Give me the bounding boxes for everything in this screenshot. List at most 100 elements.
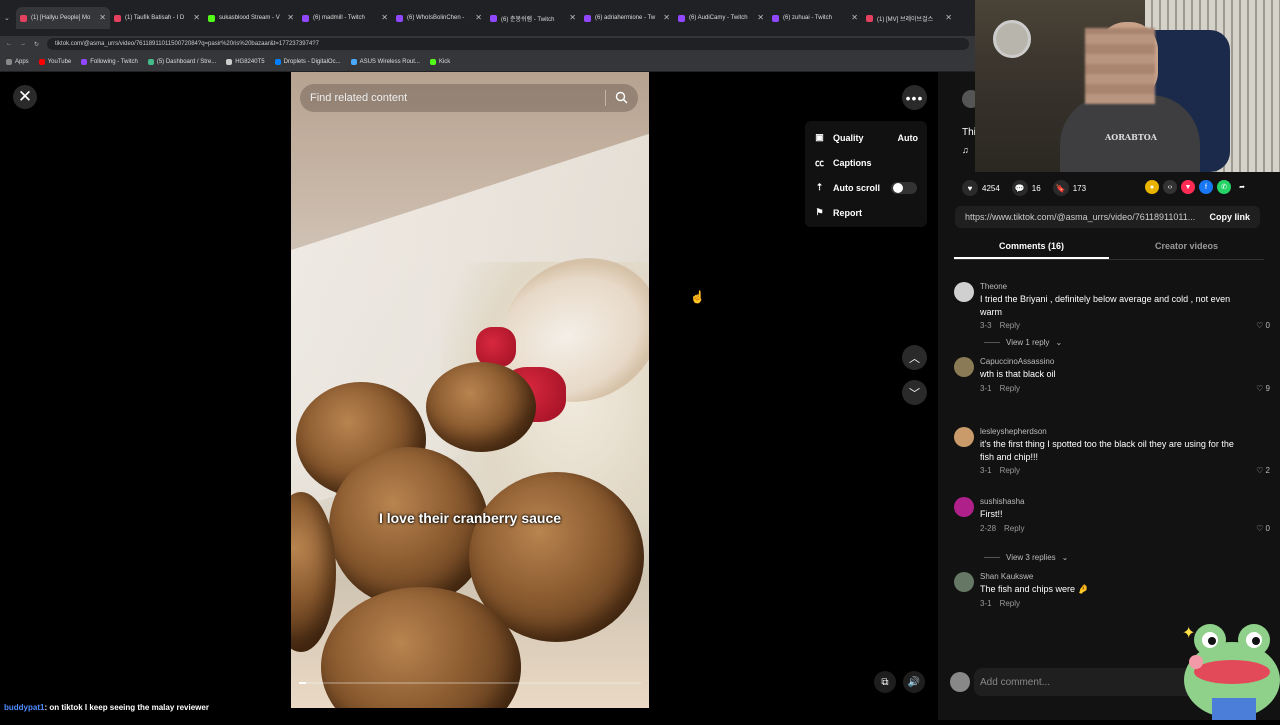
tab-favicon-icon	[584, 14, 591, 22]
browser-tab[interactable]: (6) madmill - Twitch ✕	[298, 7, 392, 29]
find-related-search[interactable]: Find related content	[300, 84, 638, 112]
reply-button[interactable]: Reply	[1000, 599, 1020, 608]
menu-item-auto-scroll[interactable]: ⇡ Auto scroll	[805, 175, 927, 200]
menu-item-captions[interactable]: ㏄ Captions	[805, 150, 927, 175]
chat-username: buddypat1	[4, 703, 45, 712]
picture-in-picture-button[interactable]: ⧉	[874, 671, 896, 693]
bookmark-item[interactable]: Following - Twitch	[81, 58, 138, 65]
commenter-avatar[interactable]	[954, 497, 974, 517]
view-replies-button[interactable]: View 1 reply ⌄	[984, 338, 1270, 347]
embed-icon[interactable]: ‹›	[1163, 180, 1177, 194]
send-icon[interactable]: ▼	[1181, 180, 1195, 194]
captions-icon: ㏄	[814, 158, 824, 168]
browser-tab[interactable]: (1) [MV] 브레이브걸스 ✕	[862, 7, 956, 29]
bookmark-item[interactable]: YouTube	[38, 58, 71, 65]
browser-tab[interactable]: (6) adriahermione - Tw ✕	[580, 7, 674, 29]
bookmark-item[interactable]: ASUS Wireless Rout...	[350, 58, 420, 65]
comment-like-button[interactable]: ♡ 2	[1256, 466, 1270, 475]
tab-close-icon[interactable]: ✕	[851, 13, 858, 22]
comment-text: wth is that black oil	[980, 369, 1056, 379]
tab-close-icon[interactable]: ✕	[757, 13, 764, 22]
reply-button[interactable]: Reply	[1000, 321, 1020, 330]
more-options-button[interactable]: •••	[902, 85, 927, 110]
comment-username[interactable]: sushishasha	[980, 497, 1270, 506]
volume-button[interactable]: 🔊	[903, 671, 925, 693]
pip-icon: ⧉	[881, 676, 889, 688]
whatsapp-icon[interactable]: ✆	[1217, 180, 1231, 194]
comment-text: First!!	[980, 509, 1003, 519]
back-icon[interactable]: ←	[6, 41, 12, 47]
comment-username[interactable]: CapuccinoAssassino	[980, 357, 1270, 366]
tab-search-icon[interactable]: ⌄	[4, 14, 16, 22]
tab-close-icon[interactable]: ✕	[99, 13, 106, 22]
bookmark-icon	[147, 58, 154, 65]
reload-icon[interactable]: ↻	[34, 41, 39, 48]
next-video-button[interactable]: ﹀	[902, 380, 927, 405]
browser-tab-bar: ⌄ (1) [Hallyu People] Mo ✕ (1) Taufik Bati…	[0, 0, 975, 36]
bookmark-item[interactable]: HG8240T5	[226, 58, 265, 65]
tab-title: (1) [Hallyu People] Mo	[31, 15, 91, 21]
browser-tab[interactable]: (1) [Hallyu People] Mo ✕	[16, 7, 110, 29]
comment-like-button[interactable]: ♡ 0	[1256, 321, 1270, 330]
tab-close-icon[interactable]: ✕	[475, 13, 482, 22]
webcam-face-pixelation	[1085, 28, 1155, 104]
tab-close-icon[interactable]: ✕	[193, 13, 200, 22]
auto-scroll-icon: ⇡	[815, 182, 824, 192]
music-icon[interactable]: ♫	[962, 145, 969, 155]
post-description: Thi	[962, 127, 976, 138]
comment-item: sushishasha First!! 2-28 Reply ♡ 0	[954, 497, 1270, 547]
video-player[interactable]: Find related content I love their cranbe…	[291, 72, 649, 708]
facebook-icon[interactable]: f	[1199, 180, 1213, 194]
heart-icon[interactable]: ♥	[962, 180, 978, 196]
tab-creator-videos[interactable]: Creator videos	[1109, 236, 1264, 259]
menu-item-report[interactable]: ⚑ Report	[805, 200, 927, 225]
comment-username[interactable]: Shan Kaukswe	[980, 572, 1270, 581]
tab-favicon-icon	[866, 14, 873, 22]
bookmark-item[interactable]: Apps	[6, 58, 29, 65]
tab-close-icon[interactable]: ✕	[945, 13, 952, 22]
reply-button[interactable]: Reply	[1004, 524, 1024, 533]
url-field[interactable]: tiktok.com/@asma_urrs/video/761189110115…	[47, 38, 969, 50]
forward-icon[interactable]: →	[20, 41, 26, 47]
tab-comments[interactable]: Comments (16)	[954, 236, 1109, 259]
menu-item-quality[interactable]: ▣ Quality Auto	[805, 125, 927, 150]
comment-username[interactable]: lesleyshepherdson	[980, 427, 1270, 436]
auto-scroll-toggle[interactable]	[891, 182, 917, 194]
browser-tab[interactable]: (6) 춘봉쉬램 - Twitch ✕	[486, 7, 580, 29]
share-icon[interactable]: ➦	[1235, 180, 1249, 194]
comment-like-count: 2	[1265, 466, 1270, 476]
mouse-cursor-icon: ☝	[690, 290, 705, 304]
tab-close-icon[interactable]: ✕	[569, 13, 576, 22]
commenter-avatar[interactable]	[954, 357, 974, 377]
close-button[interactable]: ✕	[13, 85, 37, 109]
browser-tab[interactable]: (6) AudiCamy - Twitch ✕	[674, 7, 768, 29]
browser-tab[interactable]: (1) Taufik Batisah - I D ✕	[110, 7, 204, 29]
browser-tab[interactable]: sukasblood Stream - V ✕	[204, 7, 298, 29]
view-replies-button[interactable]: View 3 replies ⌄	[984, 553, 1270, 562]
tab-title: (6) AudiCamy - Twitch	[689, 15, 748, 21]
copy-link-button[interactable]: Copy link	[1209, 212, 1250, 222]
bookmark-icon[interactable]: 🔖	[1052, 180, 1069, 196]
comment-like-button[interactable]: ♡ 9	[1256, 384, 1270, 393]
coin-icon[interactable]: ●	[1145, 180, 1159, 194]
previous-video-button[interactable]: ︿	[902, 345, 927, 370]
bookmark-item[interactable]: (5) Dashboard / Stre...	[147, 58, 216, 65]
video-progress-bar[interactable]	[299, 682, 641, 684]
bookmark-item[interactable]: Kick	[429, 58, 450, 65]
commenter-avatar[interactable]	[954, 427, 974, 447]
search-icon[interactable]	[615, 91, 628, 107]
commenter-avatar[interactable]	[954, 572, 974, 592]
browser-tab[interactable]: (6) zuhuai - Twitch ✕	[768, 7, 862, 29]
tab-close-icon[interactable]: ✕	[381, 13, 388, 22]
tab-close-icon[interactable]: ✕	[663, 13, 670, 22]
reply-button[interactable]: Reply	[1000, 384, 1020, 393]
browser-tab[interactable]: (6) WhoIsBolinChen - ✕	[392, 7, 486, 29]
commenter-avatar[interactable]	[954, 282, 974, 302]
comment-username[interactable]: Theone	[980, 282, 1270, 291]
comment-like-button[interactable]: ♡ 0	[1256, 524, 1270, 533]
tab-close-icon[interactable]: ✕	[287, 13, 294, 22]
comment-icon[interactable]: 💬	[1011, 180, 1028, 196]
bookmark-item[interactable]: Droplets - DigitalOc...	[274, 58, 341, 65]
add-comment-input[interactable]: Add comment...	[974, 668, 1199, 696]
reply-button[interactable]: Reply	[1000, 466, 1020, 475]
